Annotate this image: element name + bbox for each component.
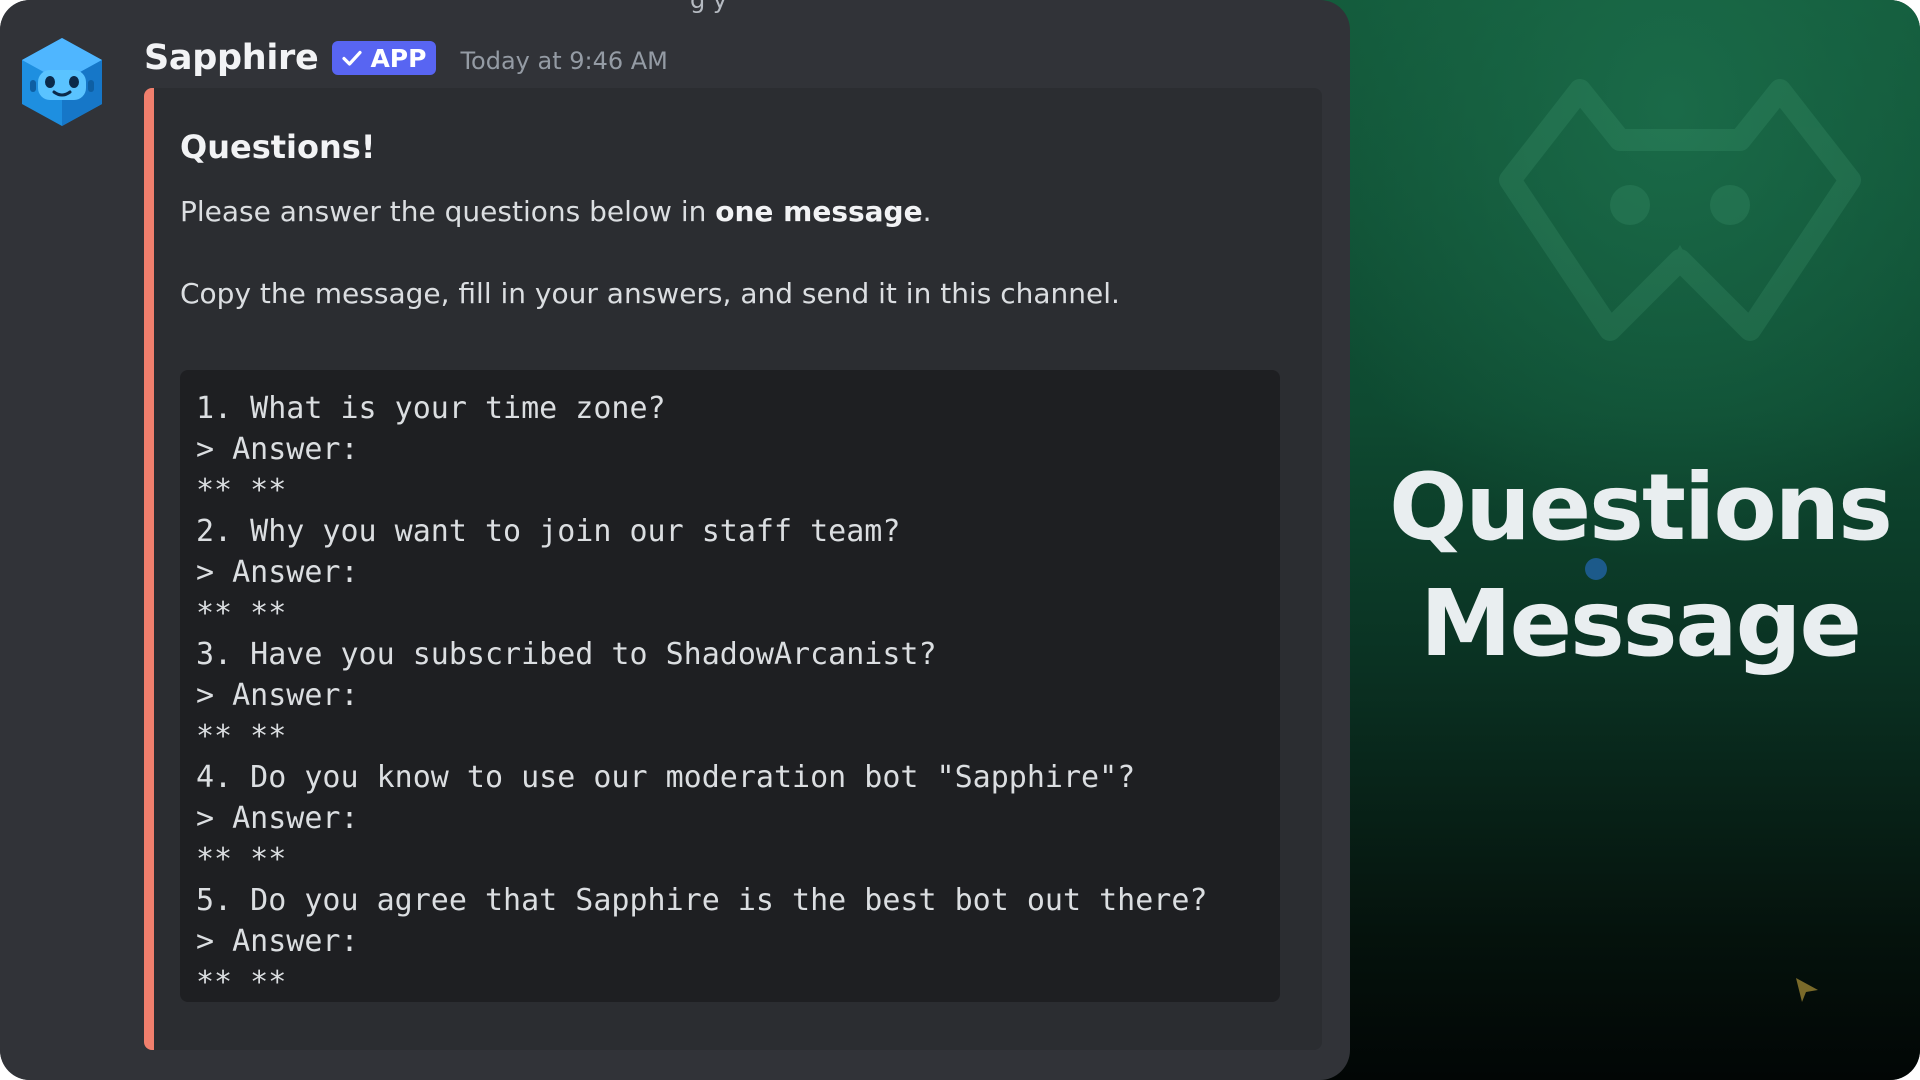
embed-description: Please answer the questions below in one… bbox=[180, 192, 1300, 314]
sapphire-logo-watermark-icon bbox=[1499, 79, 1861, 341]
code-line: ** ** bbox=[196, 473, 287, 508]
verified-check-icon bbox=[342, 50, 363, 66]
username[interactable]: Sapphire bbox=[144, 38, 319, 78]
sapphire-avatar-icon[interactable] bbox=[18, 36, 106, 128]
embed-description-line-1: Please answer the questions below in one… bbox=[180, 192, 1300, 232]
code-line: 2. Why you want to join our staff team? bbox=[196, 514, 901, 549]
cursor-arrow-icon bbox=[1796, 978, 1818, 1002]
promo-title-line-2: Message bbox=[1420, 570, 1862, 677]
code-block[interactable]: 1. What is your time zone? > Answer: ** **… bbox=[180, 370, 1280, 1002]
desc-text: Please answer the questions below in bbox=[180, 195, 716, 228]
cursor-highlight-dot bbox=[1585, 558, 1607, 580]
video-frame: g y Sapphire APP Today at 9:46 AM Questi… bbox=[0, 0, 1920, 1080]
code-line: 3. Have you subscribed to ShadowArcanist… bbox=[196, 637, 937, 672]
code-line: > Answer: bbox=[196, 801, 359, 836]
desc-text-end: . bbox=[922, 195, 932, 228]
message-header: Sapphire APP Today at 9:46 AM bbox=[144, 36, 668, 80]
code-line: > Answer: bbox=[196, 678, 359, 713]
promo-panel: Questions Message bbox=[1300, 0, 1920, 1080]
message-timestamp: Today at 9:46 AM bbox=[460, 47, 668, 75]
promo-title-line-1: Questions bbox=[1389, 454, 1893, 561]
code-line: ** ** bbox=[196, 719, 287, 754]
embed-accent-bar bbox=[144, 88, 154, 1050]
cropped-previous-text: g y bbox=[690, 0, 728, 14]
chat-panel: g y Sapphire APP Today at 9:46 AM Questi… bbox=[0, 0, 1350, 1080]
promo-title: Questions Message bbox=[1380, 450, 1900, 682]
code-line: > Answer: bbox=[196, 555, 359, 590]
desc-bold-text: one message bbox=[715, 195, 923, 228]
app-badge: APP bbox=[332, 41, 437, 75]
code-line: 4. Do you know to use our moderation bot… bbox=[196, 760, 1136, 795]
code-line: ** ** bbox=[196, 965, 287, 1000]
code-line: > Answer: bbox=[196, 924, 359, 959]
message-embed: Questions! Please answer the questions b… bbox=[144, 88, 1322, 1050]
code-line: 5. Do you agree that Sapphire is the bes… bbox=[196, 883, 1208, 918]
code-line: ** ** bbox=[196, 596, 287, 631]
code-line: > Answer: bbox=[196, 432, 359, 467]
code-line: ** ** bbox=[196, 842, 287, 877]
app-badge-label: APP bbox=[370, 43, 427, 73]
embed-description-line-2: Copy the message, fill in your answers, … bbox=[180, 277, 1120, 310]
code-line: 1. What is your time zone? bbox=[196, 391, 666, 426]
embed-title: Questions! bbox=[180, 128, 376, 166]
